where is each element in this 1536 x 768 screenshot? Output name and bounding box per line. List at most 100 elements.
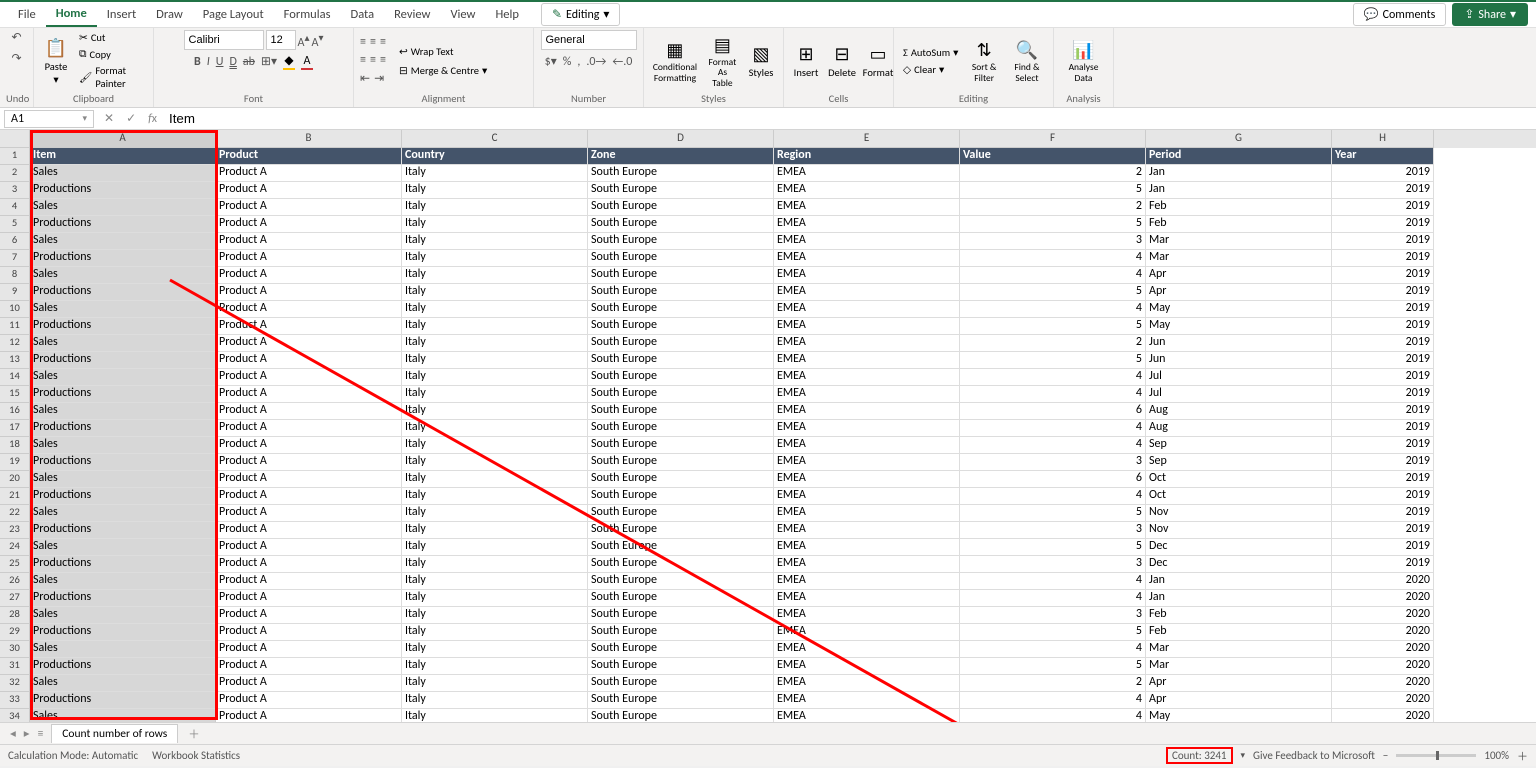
cell[interactable]: Zone bbox=[588, 148, 774, 165]
bold-button[interactable]: B bbox=[194, 55, 201, 69]
cell[interactable]: Sales bbox=[30, 233, 216, 250]
row-header[interactable]: 30 bbox=[0, 641, 30, 658]
table-row[interactable]: 33ProductionsProduct AItalySouth EuropeE… bbox=[0, 692, 1536, 709]
cell[interactable]: Product A bbox=[216, 607, 402, 624]
cell[interactable]: Italy bbox=[402, 233, 588, 250]
cell[interactable]: 2019 bbox=[1332, 250, 1434, 267]
cell[interactable]: 4 bbox=[960, 437, 1146, 454]
col-header-F[interactable]: F bbox=[960, 130, 1146, 148]
cell[interactable]: Apr bbox=[1146, 692, 1332, 709]
cell[interactable]: Italy bbox=[402, 658, 588, 675]
cell[interactable]: EMEA bbox=[774, 199, 960, 216]
cell[interactable]: 2 bbox=[960, 165, 1146, 182]
format-cells-button[interactable]: ▭Format bbox=[862, 40, 894, 81]
cell[interactable]: Nov bbox=[1146, 522, 1332, 539]
cell[interactable]: 2019 bbox=[1332, 233, 1434, 250]
conditional-formatting-button[interactable]: ▦Conditional Formatting bbox=[650, 36, 700, 85]
cell[interactable]: 2019 bbox=[1332, 352, 1434, 369]
cell[interactable]: Product A bbox=[216, 658, 402, 675]
increase-decimal-icon[interactable]: .0→ bbox=[586, 55, 606, 69]
cell[interactable]: 2019 bbox=[1332, 505, 1434, 522]
cell[interactable]: Italy bbox=[402, 301, 588, 318]
row-header[interactable]: 34 bbox=[0, 709, 30, 722]
cell[interactable]: Jun bbox=[1146, 352, 1332, 369]
cell[interactable]: South Europe bbox=[588, 454, 774, 471]
cell[interactable]: Product A bbox=[216, 437, 402, 454]
row-header[interactable]: 1 bbox=[0, 148, 30, 165]
cell[interactable]: Product A bbox=[216, 556, 402, 573]
cell[interactable]: South Europe bbox=[588, 471, 774, 488]
cell[interactable]: 2020 bbox=[1332, 624, 1434, 641]
cell[interactable]: Product A bbox=[216, 182, 402, 199]
col-header-A[interactable]: A bbox=[30, 130, 216, 148]
cell[interactable]: 5 bbox=[960, 182, 1146, 199]
cell[interactable]: South Europe bbox=[588, 573, 774, 590]
cell[interactable]: EMEA bbox=[774, 420, 960, 437]
cell[interactable]: May bbox=[1146, 318, 1332, 335]
cell[interactable]: 2019 bbox=[1332, 301, 1434, 318]
tab-page-layout[interactable]: Page Layout bbox=[193, 3, 274, 26]
tab-review[interactable]: Review bbox=[384, 3, 440, 26]
row-header[interactable]: 2 bbox=[0, 165, 30, 182]
sheet-next-button[interactable]: ▸ bbox=[20, 726, 34, 741]
cell[interactable]: 6 bbox=[960, 471, 1146, 488]
row-header[interactable]: 4 bbox=[0, 199, 30, 216]
cell[interactable]: Productions bbox=[30, 658, 216, 675]
cell[interactable]: 3 bbox=[960, 454, 1146, 471]
cell[interactable]: 4 bbox=[960, 641, 1146, 658]
row-header[interactable]: 26 bbox=[0, 573, 30, 590]
cell[interactable]: 2019 bbox=[1332, 267, 1434, 284]
table-row[interactable]: 32SalesProduct AItalySouth EuropeEMEA2Ap… bbox=[0, 675, 1536, 692]
cell[interactable]: 4 bbox=[960, 692, 1146, 709]
cell[interactable]: Jan bbox=[1146, 182, 1332, 199]
cell[interactable]: Sep bbox=[1146, 454, 1332, 471]
cell[interactable]: EMEA bbox=[774, 437, 960, 454]
cell[interactable]: Productions bbox=[30, 386, 216, 403]
cell[interactable]: Productions bbox=[30, 454, 216, 471]
font-size-combo[interactable] bbox=[266, 30, 296, 50]
cell[interactable]: Product bbox=[216, 148, 402, 165]
table-row[interactable]: 12SalesProduct AItalySouth EuropeEMEA2Ju… bbox=[0, 335, 1536, 352]
cell[interactable]: Product A bbox=[216, 301, 402, 318]
cell[interactable]: EMEA bbox=[774, 675, 960, 692]
cell[interactable]: 2019 bbox=[1332, 216, 1434, 233]
row-header[interactable]: 33 bbox=[0, 692, 30, 709]
cell[interactable]: Dec bbox=[1146, 539, 1332, 556]
double-underline-button[interactable]: D bbox=[229, 55, 236, 69]
cell[interactable]: Product A bbox=[216, 692, 402, 709]
table-row[interactable]: 25ProductionsProduct AItalySouth EuropeE… bbox=[0, 556, 1536, 573]
cell[interactable]: 4 bbox=[960, 488, 1146, 505]
undo-icon[interactable]: ↶ bbox=[11, 30, 21, 45]
cell[interactable]: EMEA bbox=[774, 692, 960, 709]
cancel-formula-button[interactable]: ✕ bbox=[98, 111, 120, 126]
cell[interactable]: Productions bbox=[30, 284, 216, 301]
cell[interactable]: South Europe bbox=[588, 607, 774, 624]
cell[interactable]: 5 bbox=[960, 658, 1146, 675]
count-indicator[interactable]: Count: 3241 bbox=[1166, 747, 1233, 764]
cell[interactable]: EMEA bbox=[774, 641, 960, 658]
cell[interactable]: EMEA bbox=[774, 318, 960, 335]
cell[interactable]: Aug bbox=[1146, 420, 1332, 437]
cell[interactable]: Italy bbox=[402, 182, 588, 199]
cell[interactable]: South Europe bbox=[588, 403, 774, 420]
cell[interactable]: Italy bbox=[402, 590, 588, 607]
cell[interactable]: South Europe bbox=[588, 216, 774, 233]
cell[interactable]: 2020 bbox=[1332, 573, 1434, 590]
autosum-button[interactable]: ΣAutoSum▾ bbox=[900, 45, 961, 60]
cell[interactable]: Italy bbox=[402, 539, 588, 556]
cell[interactable]: Mar bbox=[1146, 250, 1332, 267]
cell[interactable]: Feb bbox=[1146, 624, 1332, 641]
currency-icon[interactable]: $▾ bbox=[545, 54, 557, 69]
italic-button[interactable]: I bbox=[207, 55, 210, 69]
cell[interactable]: Italy bbox=[402, 352, 588, 369]
tab-view[interactable]: View bbox=[440, 3, 485, 26]
cell[interactable]: South Europe bbox=[588, 267, 774, 284]
increase-font-icon[interactable]: A▴ bbox=[298, 31, 310, 50]
cell[interactable]: 2019 bbox=[1332, 318, 1434, 335]
row-header[interactable]: 31 bbox=[0, 658, 30, 675]
cell[interactable]: Sales bbox=[30, 709, 216, 722]
cell[interactable]: Product A bbox=[216, 216, 402, 233]
cell[interactable]: EMEA bbox=[774, 267, 960, 284]
cell[interactable]: EMEA bbox=[774, 488, 960, 505]
cell[interactable]: Italy bbox=[402, 369, 588, 386]
